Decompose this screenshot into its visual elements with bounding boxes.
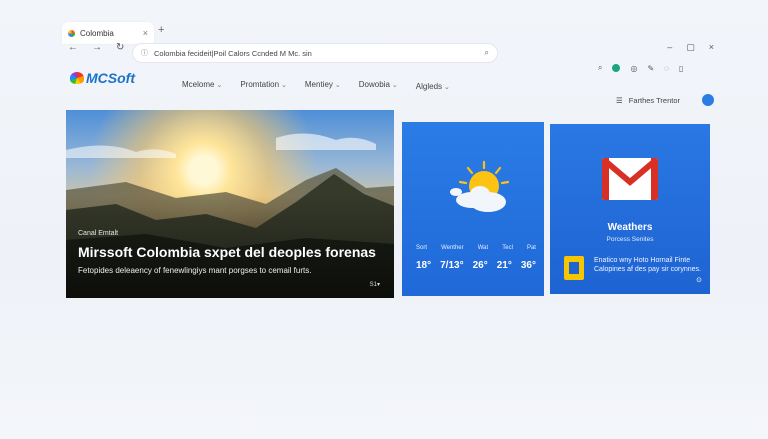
tab-title: Colombia — [80, 28, 114, 38]
hero-more-button[interactable]: S1▾ — [370, 281, 380, 288]
chevron-down-icon: ⌄ — [281, 82, 287, 89]
forward-icon[interactable]: → — [92, 42, 102, 53]
weather-card[interactable]: Sort Wenther Wat Tecl Pat 18° 7/13° 26° … — [402, 122, 544, 296]
chevron-down-icon: ⌄ — [444, 84, 450, 91]
extension-icon[interactable] — [612, 64, 621, 72]
temp-value: 18° — [416, 260, 432, 271]
header-right: ☰ Farthes Trentor — [616, 94, 715, 106]
refresh-icon[interactable]: ↻ — [116, 42, 124, 53]
mail-envelope-icon — [602, 158, 658, 200]
pen-icon[interactable]: ✎ — [647, 64, 654, 73]
app-tile-icon — [564, 256, 584, 280]
site-logo[interactable]: MCSoft — [70, 70, 135, 86]
new-tab-button[interactable]: + — [158, 24, 164, 36]
browser-toolbar: ⌕ ◎ ✎ ◌ ▯ — [598, 63, 683, 73]
hero-subtitle: Fetopides deleaency of fenewlingiys mant… — [78, 266, 312, 275]
mail-description: Enatico wny Hoto Hornail Finte Calopines… — [594, 257, 701, 273]
chevron-down-icon: ⌄ — [334, 82, 341, 89]
day-label: Tecl — [502, 245, 513, 251]
menu-item[interactable]: Algleds ⌄ — [416, 82, 450, 91]
day-label: Wenther — [441, 245, 464, 251]
temp-value: 26° — [472, 260, 488, 271]
chevron-down-icon: ⌄ — [391, 82, 398, 89]
menu-item[interactable]: Mcelome ⌄ — [182, 80, 222, 91]
navigation-buttons: ← → ↻ — [68, 42, 124, 53]
weather-temps: 18° 7/13° 26° 21° 36° — [416, 260, 536, 271]
search-icon[interactable]: ⌕ — [485, 48, 489, 58]
sun-cloud-icon — [450, 160, 510, 212]
day-label: Pat — [526, 245, 536, 251]
logo-flower-icon — [70, 72, 84, 84]
account-icon[interactable]: ⊙ — [696, 276, 702, 284]
day-label: Wat — [477, 245, 489, 251]
minimize-button[interactable]: – — [667, 42, 672, 53]
browser-window: Colombia × + – ▢ × ← → ↻ ⓘ Colombia feci… — [58, 18, 718, 308]
hero-headline[interactable]: Mirssoft Colombia sxpet del deoples fore… — [78, 244, 376, 260]
mail-card[interactable]: Weathers Porcess Senites Enatico wny Hot… — [550, 124, 710, 294]
collections-icon[interactable]: ▯ — [679, 64, 683, 73]
zoom-icon[interactable]: ⌕ — [598, 63, 602, 73]
site-menu: Mcelome ⌄ Promtation ⌄ Mentiey ⌄ Dowobia ⌄ A… — [182, 80, 450, 91]
weather-days: Sort Wenther Wat Tecl Pat — [416, 245, 536, 251]
close-window-button[interactable]: × — [709, 42, 714, 53]
favorites-icon[interactable]: ◌ — [664, 64, 669, 73]
temp-value: 21° — [496, 260, 512, 271]
maximize-button[interactable]: ▢ — [686, 42, 695, 53]
address-bar[interactable]: ⓘ Colombia fecideit|Poil Calors Ccnded M… — [132, 43, 498, 63]
temp-value: 36° — [520, 260, 536, 271]
hero-kicker: Canal Emtalt — [78, 230, 119, 237]
temp-value: 7/13° — [440, 260, 464, 271]
list-icon: ☰ — [616, 95, 623, 105]
settings-icon[interactable]: ◎ — [630, 64, 637, 73]
right-link[interactable]: Farthes Trentor — [629, 96, 680, 105]
browser-tab[interactable]: Colombia × — [62, 22, 154, 44]
menu-item[interactable]: Mentiey ⌄ — [305, 80, 341, 91]
address-text: Colombia fecideit|Poil Calors Ccnded M M… — [154, 48, 312, 58]
back-icon[interactable]: ← — [68, 42, 78, 53]
hero-card[interactable]: Canal Emtalt Mirssoft Colombia sxpet del… — [66, 110, 394, 298]
mail-subtitle: Porcess Senites — [606, 236, 654, 243]
mail-title: Weathers — [607, 222, 653, 233]
avatar[interactable] — [702, 94, 715, 106]
menu-item[interactable]: Promtation ⌄ — [240, 80, 287, 91]
chevron-down-icon: ⌄ — [216, 82, 223, 89]
logo-text: MCSoft — [86, 70, 135, 86]
menu-item[interactable]: Dowobia ⌄ — [359, 80, 398, 91]
tab-close-icon[interactable]: × — [143, 28, 148, 38]
site-info-icon[interactable]: ⓘ — [141, 48, 148, 58]
tab-favicon-icon — [68, 29, 75, 37]
window-controls: – ▢ × — [667, 42, 714, 53]
day-label: Sort — [416, 245, 428, 251]
